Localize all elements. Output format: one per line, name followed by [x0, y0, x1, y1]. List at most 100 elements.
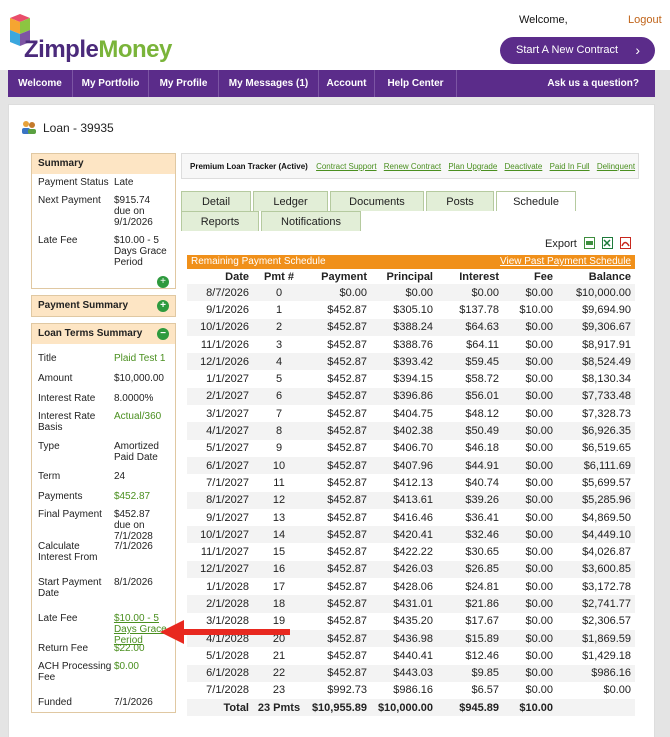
table-cell: $388.76: [393, 338, 433, 351]
term-row: Late Fee $10.00 - 5 Days Grace Period: [32, 610, 175, 646]
summary-label: Late Fee: [38, 235, 78, 246]
plus-icon[interactable]: +: [157, 276, 169, 288]
table-cell: 15: [272, 546, 286, 559]
table-cell: $8,917.91: [582, 338, 631, 351]
table-cell: 6: [253, 387, 305, 406]
table-cell: $9.85: [437, 664, 503, 682]
plus-icon[interactable]: +: [157, 300, 169, 312]
table-cell: 17: [272, 580, 286, 593]
pdf-icon[interactable]: [620, 237, 631, 249]
table-cell: $40.74: [465, 476, 499, 489]
minus-icon[interactable]: −: [157, 328, 169, 340]
table-cell: $0.00: [371, 284, 437, 302]
csv-icon[interactable]: [583, 237, 595, 249]
table-cell: 7/1/2028: [206, 684, 249, 697]
table-cell: $10.00: [503, 699, 557, 717]
ask-question-link[interactable]: Ask us a question?: [547, 70, 655, 97]
table-cell: $2,741.77: [557, 595, 635, 613]
col-fee: Fee: [534, 270, 553, 283]
table-cell: $452.87: [305, 595, 371, 613]
summary-panel: Summary Payment Status Late Next Payment $…: [31, 153, 176, 289]
table-cell: $404.75: [393, 407, 433, 420]
payment-summary-header[interactable]: Payment Summary +: [32, 296, 175, 316]
contract-support-link[interactable]: Contract Support: [316, 162, 376, 171]
table-cell: $420.41: [371, 526, 437, 544]
table-cell: 8/1/2027: [187, 491, 253, 509]
paid-in-full-link[interactable]: Paid In Full: [550, 162, 590, 171]
tab-schedule[interactable]: Schedule: [496, 191, 576, 211]
table-cell: $58.72: [465, 373, 499, 386]
table-cell: $452.87: [327, 580, 367, 593]
tab-documents[interactable]: Documents: [330, 191, 424, 211]
term-row: Type Amortized Paid Date: [32, 438, 175, 468]
table-cell: 9: [275, 442, 283, 455]
loan-terms-title: Loan Terms Summary: [38, 328, 143, 339]
table-cell: [557, 699, 635, 717]
tab-detail[interactable]: Detail: [181, 191, 251, 211]
table-cell: 10/1/2026: [187, 318, 253, 336]
term-row: Term 24: [32, 468, 175, 488]
view-past-schedule-link[interactable]: View Past Payment Schedule: [500, 255, 631, 269]
table-cell: $10,955.89: [305, 699, 371, 717]
term-value: 7/1/2026: [113, 541, 153, 552]
table-cell: $0.00: [525, 407, 553, 420]
table-row: 5/1/2028 21 $452.87 $440.41 $12.46 $0.00 $1,42…: [187, 647, 635, 664]
table-cell: 12/1/2026: [187, 353, 253, 371]
deactivate-link[interactable]: Deactivate: [505, 162, 543, 171]
table-cell: $452.87: [327, 511, 367, 524]
start-button-label: Start A New Contract: [516, 44, 619, 56]
table-cell: 23: [272, 684, 286, 697]
table-cell: 7/1/2027: [206, 476, 249, 489]
table-cell: 21: [272, 649, 286, 662]
table-cell: $2,306.57: [582, 615, 631, 628]
table-row: 9/1/2026 1 $452.87 $305.10 $137.78 $10.00 $9,6…: [187, 301, 635, 318]
nav-account[interactable]: Account: [319, 70, 375, 97]
table-cell: $452.87: [305, 526, 371, 544]
nav-my-portfolio[interactable]: My Portfolio: [73, 70, 149, 97]
renew-contract-link[interactable]: Renew Contract: [384, 162, 441, 171]
term-label: Funded: [38, 697, 72, 708]
term-label: Return Fee: [38, 643, 89, 654]
table-cell: $0.00: [525, 476, 553, 489]
nav-help-center[interactable]: Help Center: [375, 70, 457, 97]
loan-terms-panel: Loan Terms Summary − Title Plaid Test 1 Am…: [31, 323, 176, 713]
table-row: 3/1/2027 7 $452.87 $404.75 $48.12 $0.00 $7,328…: [187, 405, 635, 422]
table-cell: $436.98: [371, 629, 437, 648]
excel-icon[interactable]: [601, 237, 613, 249]
delinquent-link[interactable]: Delinquent: [597, 162, 635, 171]
summary-label: Next Payment: [38, 195, 101, 206]
table-cell: $0.00: [525, 580, 553, 593]
nav-my-profile[interactable]: My Profile: [149, 70, 219, 97]
table-cell: $452.87: [327, 338, 367, 351]
table-cell: $452.87: [327, 442, 367, 455]
nav-my-messages[interactable]: My Messages (1): [219, 70, 319, 97]
start-new-contract-button[interactable]: Start A New Contract ›: [500, 37, 655, 64]
term-row: Title Plaid Test 1: [32, 350, 175, 370]
table-cell: $407.96: [371, 456, 437, 475]
term-row: Interest Rate Basis Actual/360: [32, 408, 175, 438]
tab-notifications[interactable]: Notifications: [261, 211, 361, 231]
tab-posts[interactable]: Posts: [426, 191, 494, 211]
table-cell: 11/1/2027: [200, 546, 249, 559]
table-cell: Total: [187, 699, 253, 717]
table-cell: 5/1/2027: [206, 442, 249, 455]
table-cell: $8,130.34: [582, 373, 631, 386]
table-cell: $0.00: [525, 649, 553, 662]
tab-reports[interactable]: Reports: [181, 211, 259, 231]
table-total-row: Total 23 Pmts $10,955.89 $10,000.00 $945.89 $…: [187, 699, 635, 717]
table-cell: $5,699.57: [582, 476, 631, 489]
table-cell: 1/1/2028: [206, 580, 249, 593]
table-cell: $56.01: [437, 387, 503, 406]
loan-terms-header[interactable]: Loan Terms Summary −: [32, 324, 175, 344]
table-cell: $452.87: [305, 353, 371, 371]
logo[interactable]: ZimpleMoney: [24, 36, 172, 64]
nav-welcome[interactable]: Welcome: [8, 70, 73, 97]
table-cell: $26.85: [437, 560, 503, 579]
logo-word-zimple: Zimple: [24, 36, 99, 63]
plan-upgrade-link[interactable]: Plan Upgrade: [448, 162, 497, 171]
logout-link[interactable]: Logout: [628, 14, 662, 26]
table-cell: 14: [253, 526, 305, 544]
table-cell: $10,000.00: [557, 284, 635, 302]
tab-ledger[interactable]: Ledger: [253, 191, 328, 211]
term-label: Calculate Interest From: [38, 541, 98, 563]
